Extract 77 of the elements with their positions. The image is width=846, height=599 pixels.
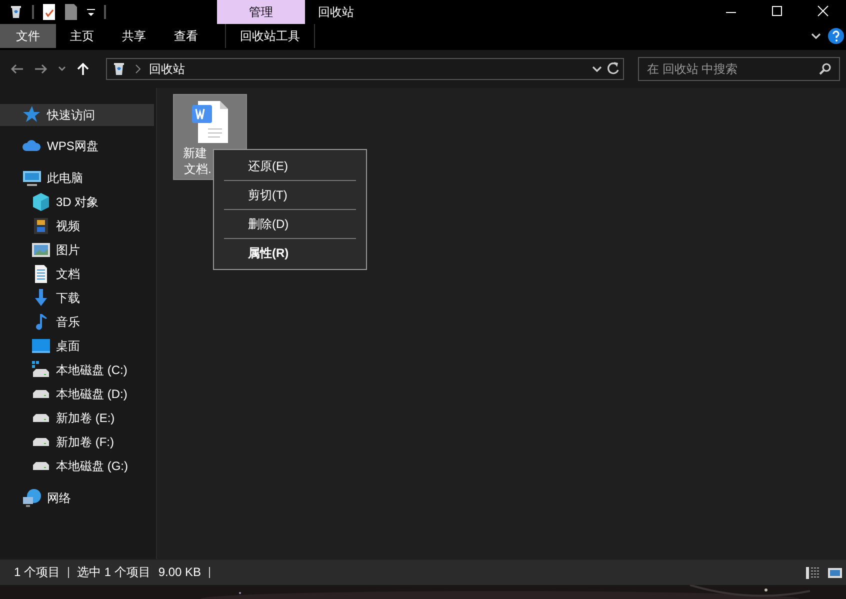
search-field[interactable]: 在 回收站 中搜索 [638,57,840,81]
menu-item[interactable]: 属性(R) [214,239,366,267]
menu-item[interactable]: 剪切(T) [214,181,366,209]
large-icons-view-icon[interactable] [827,566,843,580]
item-label: 新加卷 (E:) [56,410,115,426]
contextual-tab-header: 管理 [217,0,305,24]
ribbon-tab[interactable]: 主页 [56,24,108,48]
item-label: 本地磁盘 (G:) [56,458,128,474]
item-label: 3D 对象 [56,194,99,210]
item-label: 新加卷 (F:) [56,434,114,450]
new-folder-icon[interactable] [64,3,78,21]
status-text: 9.00 KB [158,567,210,578]
drive-icon [32,389,50,399]
star-icon [22,105,42,125]
ribbon-tab[interactable]: 文件 [0,24,56,48]
sidebar-item[interactable]: 新加卷 (E:) [0,406,154,430]
sidebar-item[interactable]: 新加卷 (F:) [0,430,154,454]
sidebar-item[interactable]: 下载 [0,286,154,310]
sidebar-item[interactable]: WPS网盘 [0,134,154,158]
sidebar-item[interactable]: 本地磁盘 (D:) [0,382,154,406]
sidebar-item[interactable]: 桌面 [0,334,154,358]
breadcrumb-item[interactable]: 回收站 [149,60,185,78]
sidebar-item[interactable]: 此电脑 [0,166,154,190]
item-label: 音乐 [56,314,80,330]
address-bar[interactable]: 回收站 [106,58,624,80]
recycle-bin-icon[interactable] [8,3,24,21]
recent-locations-icon[interactable] [58,65,66,73]
network-icon [22,488,42,508]
sidebar-item[interactable]: 快速访问 [0,104,154,126]
computer-icon [22,168,42,188]
sidebar-item[interactable]: 视频 [0,214,154,238]
file-name: 新建 [183,145,207,161]
item-label: 网络 [47,490,71,506]
item-label: 快速访问 [47,106,95,124]
cube-icon [31,192,51,212]
image-icon [31,240,51,260]
status-text: 1 个项目 [14,567,70,578]
back-icon[interactable] [10,62,24,76]
item-label: 图片 [56,242,80,258]
sidebar-item[interactable]: 本地磁盘 (G:) [0,454,154,478]
ribbon-tab[interactable]: 回收站工具 [225,24,315,48]
sidebar-item[interactable]: 本地磁盘 (C:) [0,358,154,382]
drive-icon [31,360,51,380]
sidebar-item[interactable]: 文档 [0,262,154,286]
item-label: 下载 [56,290,80,306]
chevron-icon [135,64,141,74]
forward-icon[interactable] [34,62,48,76]
status-text: 选中 1 个项目 [77,567,152,578]
help-icon[interactable] [828,28,844,44]
sidebar-item[interactable]: 图片 [0,238,154,262]
ribbon-tab[interactable]: 共享 [108,24,160,48]
item-label: 本地磁盘 (C:) [56,362,128,378]
window-title: 回收站 [317,4,355,20]
properties-icon[interactable] [42,3,56,21]
file-name: 文档. [184,161,212,177]
word-document-icon [190,99,230,145]
film-icon [31,216,51,236]
item-label: 本地磁盘 (D:) [56,386,128,402]
item-label: 桌面 [56,338,80,354]
drive-icon [32,461,50,471]
recycle-bin-icon [111,60,127,78]
search-icon[interactable] [818,62,832,76]
item-label: WPS网盘 [47,138,98,154]
menu-item[interactable]: 删除(D) [214,210,366,238]
up-icon[interactable] [76,62,90,76]
details-view-icon[interactable] [805,566,821,580]
item-label: 视频 [56,218,80,234]
sidebar-item[interactable]: 网络 [0,486,154,510]
drive-icon [32,437,50,447]
desktop-icon [31,336,51,356]
ribbon-tab[interactable]: 查看 [160,24,212,48]
sidebar-item[interactable]: 音乐 [0,310,154,334]
item-label: 此电脑 [47,170,83,186]
drive-icon [32,413,50,423]
sidebar-item[interactable]: 3D 对象 [0,190,154,214]
document-icon [34,264,48,284]
item-label: 文档 [56,266,80,282]
